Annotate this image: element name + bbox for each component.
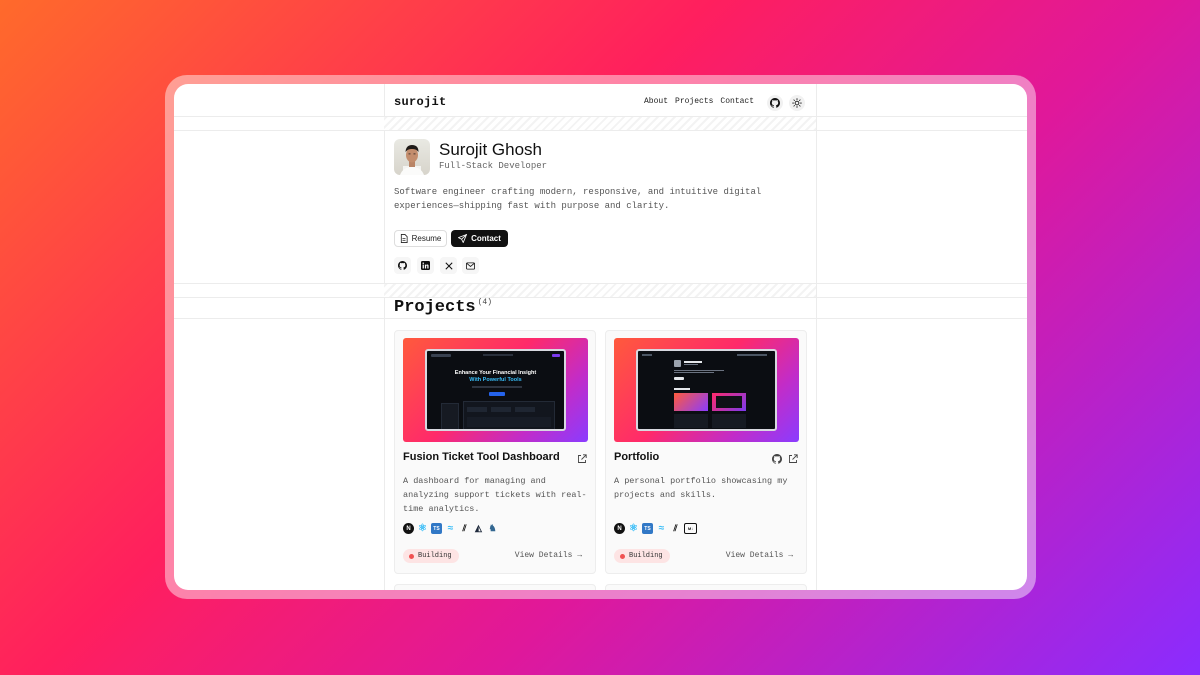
typescript-icon: TS bbox=[642, 523, 653, 534]
hatch-divider bbox=[384, 117, 816, 130]
nav-about[interactable]: About bbox=[644, 97, 668, 106]
tailwind-icon: ≈ bbox=[447, 523, 454, 534]
project-preview-image: Enhance Your Financial Insight With Powe… bbox=[403, 338, 588, 442]
shadcn-icon: ⫽ bbox=[462, 523, 467, 533]
project-preview-screen bbox=[636, 349, 777, 431]
linkedin-icon bbox=[421, 261, 430, 270]
status-label: Building bbox=[418, 552, 452, 560]
status-badge: Building bbox=[403, 549, 459, 563]
external-link-icon bbox=[578, 454, 587, 463]
external-link-button[interactable] bbox=[577, 451, 587, 469]
guide-line bbox=[816, 84, 817, 590]
tech-stack: N ⚛ TS ≈ ⫽ M↓ bbox=[614, 523, 697, 534]
tech-stack: N ⚛ TS ≈ ⫽ ◭ ♞ bbox=[403, 523, 498, 534]
contact-button-label: Contact bbox=[471, 234, 501, 243]
project-title[interactable]: Fusion Ticket Tool Dashboard bbox=[403, 451, 560, 463]
status-dot bbox=[620, 553, 625, 559]
guide-line bbox=[384, 84, 385, 590]
github-social-link[interactable] bbox=[394, 257, 411, 274]
nextjs-icon: N bbox=[614, 523, 625, 534]
top-nav: About Projects Contact bbox=[644, 97, 754, 106]
guide-line bbox=[174, 130, 1027, 131]
github-nav-button[interactable] bbox=[767, 95, 783, 111]
view-details-link[interactable]: View Details → bbox=[515, 551, 582, 560]
resume-button-label: Resume bbox=[411, 234, 442, 243]
resume-button[interactable]: Resume bbox=[394, 230, 447, 247]
status-dot bbox=[409, 553, 414, 559]
mail-social-link[interactable] bbox=[462, 257, 479, 274]
github-icon bbox=[398, 261, 407, 270]
browser-viewport: surojit About Projects Contact Surojit G… bbox=[174, 84, 1027, 590]
projects-count: (4) bbox=[477, 298, 493, 307]
project-card[interactable]: Portfolio A personal portfolio showcasin… bbox=[605, 330, 807, 574]
theme-toggle-button[interactable] bbox=[789, 95, 805, 111]
mail-icon bbox=[466, 261, 475, 270]
github-repo-button[interactable] bbox=[772, 451, 782, 469]
file-icon bbox=[400, 234, 408, 243]
site-logo[interactable]: surojit bbox=[394, 95, 447, 109]
github-icon bbox=[770, 98, 780, 108]
x-icon bbox=[444, 261, 453, 270]
preview-heading: Enhance Your Financial Insight bbox=[454, 370, 537, 376]
linkedin-social-link[interactable] bbox=[417, 257, 434, 274]
project-card[interactable]: Enhance Your Financial Insight With Powe… bbox=[394, 330, 596, 574]
project-title[interactable]: Portfolio bbox=[614, 451, 659, 463]
status-label: Building bbox=[629, 552, 663, 560]
shadcn-icon: ⫽ bbox=[673, 523, 678, 533]
project-card-partial[interactable] bbox=[605, 584, 807, 590]
nextjs-icon: N bbox=[403, 523, 414, 534]
preview-subheading: With Powerful Tools bbox=[469, 377, 522, 383]
profile-role: Full-Stack Developer bbox=[439, 161, 548, 171]
external-link-button[interactable] bbox=[788, 451, 798, 469]
guide-line bbox=[174, 318, 1027, 319]
profile-name: Surojit Ghosh bbox=[439, 140, 542, 159]
tailwind-icon: ≈ bbox=[658, 523, 665, 534]
send-icon bbox=[458, 234, 468, 243]
x-social-link[interactable] bbox=[440, 257, 457, 274]
project-description: A personal portfolio showcasing my proje… bbox=[614, 476, 788, 500]
mdx-icon: M↓ bbox=[684, 523, 697, 534]
contact-button[interactable]: Contact bbox=[451, 230, 508, 247]
typescript-icon: TS bbox=[431, 523, 442, 534]
react-icon: ⚛ bbox=[629, 523, 638, 534]
react-icon: ⚛ bbox=[418, 523, 427, 534]
github-icon bbox=[772, 454, 782, 464]
projects-heading: Projects (4) bbox=[394, 298, 492, 317]
status-badge: Building bbox=[614, 549, 670, 563]
sun-icon bbox=[792, 98, 802, 108]
prisma-icon: ◭ bbox=[475, 523, 482, 533]
guide-line bbox=[174, 297, 1027, 298]
hatch-divider bbox=[384, 284, 816, 297]
profile-bio: Software engineer crafting modern, respo… bbox=[394, 187, 762, 211]
project-preview-image bbox=[614, 338, 799, 442]
projects-title: Projects bbox=[394, 298, 476, 317]
view-details-link[interactable]: View Details → bbox=[726, 551, 793, 560]
project-card-partial[interactable] bbox=[394, 584, 596, 590]
nav-contact[interactable]: Contact bbox=[720, 97, 754, 106]
project-preview-screen: Enhance Your Financial Insight With Powe… bbox=[425, 349, 566, 431]
project-description: A dashboard for managing and analyzing s… bbox=[403, 476, 587, 514]
avatar bbox=[394, 139, 430, 175]
nav-projects[interactable]: Projects bbox=[675, 97, 713, 106]
postgresql-icon: ♞ bbox=[488, 523, 497, 533]
external-link-icon bbox=[789, 454, 798, 463]
